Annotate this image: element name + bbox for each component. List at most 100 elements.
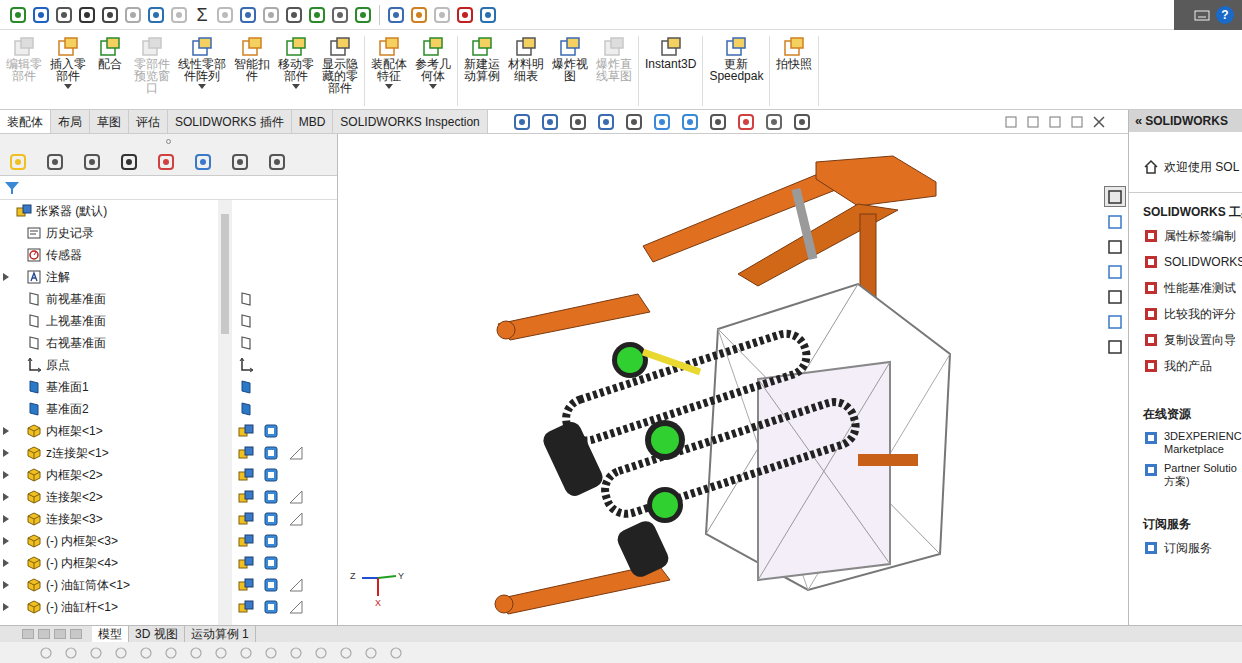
bottom-tab[interactable]: 运动算例 1 [185,626,256,642]
sketch-tool-icon[interactable] [138,645,154,661]
tree-item[interactable]: (-) 内框架<3> [0,530,218,552]
task-pane-tab[interactable] [1104,236,1126,257]
tab-nav-icon[interactable] [54,629,66,639]
filter-icon[interactable] [4,180,20,196]
tool-icon[interactable] [409,5,429,25]
tab-nav-icon[interactable] [22,629,34,639]
tree-item[interactable]: (-) 油缸筒体<1> [0,574,218,596]
tool-icon[interactable] [146,5,166,25]
tree-item[interactable]: 张紧器 (默认) [0,200,218,222]
task-link[interactable]: 比较我的评分 [1143,303,1242,329]
ribbon-button[interactable]: 编辑零部件 [2,36,46,82]
tool-icon[interactable] [652,112,672,132]
command-tab[interactable]: 草图 [90,110,129,133]
sigma-button[interactable]: Σ [192,5,212,25]
sketch-tool-icon[interactable] [113,645,129,661]
ribbon-button[interactable]: 材料明细表 [504,36,548,82]
sketch-tool-icon[interactable] [213,645,229,661]
window-control-icon[interactable] [1070,115,1084,129]
expand-icon[interactable] [3,603,9,611]
sketch-tool-icon[interactable] [288,645,304,661]
ribbon-button[interactable]: 装配体特征 [367,36,411,89]
task-link[interactable]: SOLIDWORKS [1143,251,1242,277]
ribbon-button[interactable]: 配合 [90,36,130,70]
task-link[interactable]: 我的产品 [1143,355,1242,381]
ribbon-button[interactable]: 零部件预览窗口 [130,36,174,94]
expand-icon[interactable] [3,537,9,545]
ribbon-button[interactable]: 移动零部件 [274,36,318,89]
tool-icon[interactable] [386,5,406,25]
sketch-tool-icon[interactable] [263,645,279,661]
sketch-tool-icon[interactable] [313,645,329,661]
command-tab[interactable]: MBD [292,110,334,133]
tree-item[interactable]: 连接架<3> [0,508,218,530]
sketch-tool-icon[interactable] [88,645,104,661]
tool-icon[interactable] [353,5,373,25]
command-tab[interactable]: 布局 [51,110,90,133]
dropdown-icon[interactable] [292,84,300,89]
tab-nav-icon[interactable] [38,629,50,639]
tool-icon[interactable] [169,5,189,25]
tool-icon[interactable] [215,5,235,25]
command-tab[interactable]: 评估 [129,110,168,133]
tool-icon[interactable] [45,152,65,172]
ribbon-button[interactable]: 线性零部件阵列 [174,36,230,89]
tree-item[interactable]: 基准面2 [0,398,218,420]
expand-icon[interactable] [3,515,9,523]
filter-row[interactable] [0,176,337,200]
tool-icon[interactable] [624,112,644,132]
sketch-tool-icon[interactable] [63,645,79,661]
sketch-tool-icon[interactable] [163,645,179,661]
tool-icon[interactable] [792,112,812,132]
task-pane-tab[interactable] [1104,286,1126,307]
window-control-icon[interactable] [1004,115,1018,129]
tree-item[interactable]: 传感器 [0,244,218,266]
task-link[interactable]: 属性标签编制 [1143,225,1242,251]
tool-icon[interactable] [119,152,139,172]
sketch-tool-icon[interactable] [363,645,379,661]
keyboard-icon[interactable] [1194,9,1210,21]
tool-icon[interactable] [284,5,304,25]
task-link[interactable]: 3DEXPERIENCEMarketplace [1143,427,1242,459]
tool-icon[interactable] [123,5,143,25]
task-pane-tab[interactable] [1104,186,1126,207]
tree-item[interactable]: 上视基准面 [0,310,218,332]
tool-icon[interactable] [330,5,350,25]
expand-icon[interactable] [3,559,9,567]
tool-icon[interactable] [540,112,560,132]
sketch-tool-icon[interactable] [188,645,204,661]
dropdown-icon[interactable] [198,84,206,89]
tool-icon[interactable] [764,112,784,132]
tree-item[interactable]: 历史记录 [0,222,218,244]
command-tab[interactable]: SOLIDWORKS 插件 [168,110,292,133]
task-link[interactable]: 订阅服务 [1143,537,1242,563]
dropdown-icon[interactable] [429,84,437,89]
ribbon-button[interactable]: 新建运动算例 [460,36,504,82]
task-link[interactable]: 性能基准测试 [1143,277,1242,303]
tree-item[interactable]: 右视基准面 [0,332,218,354]
tree-item[interactable]: 基准面1 [0,376,218,398]
expand-icon[interactable] [3,427,9,435]
task-pane-tab[interactable] [1104,211,1126,232]
tool-icon[interactable] [708,112,728,132]
tool-icon[interactable] [238,5,258,25]
tool-icon[interactable] [100,5,120,25]
tool-icon[interactable] [156,152,176,172]
expand-icon[interactable] [3,449,9,457]
tool-icon[interactable] [261,5,281,25]
tree-item[interactable]: 原点 [0,354,218,376]
command-tab[interactable]: 装配体 [0,110,51,133]
ribbon-button[interactable]: 显示隐藏的零部件 [318,36,362,94]
tree-item[interactable]: 内框架<2> [0,464,218,486]
ribbon-button[interactable]: Instant3D [641,36,700,70]
command-tab[interactable]: SOLIDWORKS Inspection [333,110,487,133]
bottom-tab[interactable]: 模型 [92,626,129,642]
ribbon-button[interactable]: 拍快照 [772,36,816,70]
tab-nav-icon[interactable] [70,629,82,639]
expand-icon[interactable] [3,493,9,501]
tool-icon[interactable] [478,5,498,25]
tool-icon[interactable] [596,112,616,132]
window-control-icon[interactable] [1026,115,1040,129]
tool-icon[interactable] [8,152,28,172]
ribbon-button[interactable]: 智能扣件 [230,36,274,82]
